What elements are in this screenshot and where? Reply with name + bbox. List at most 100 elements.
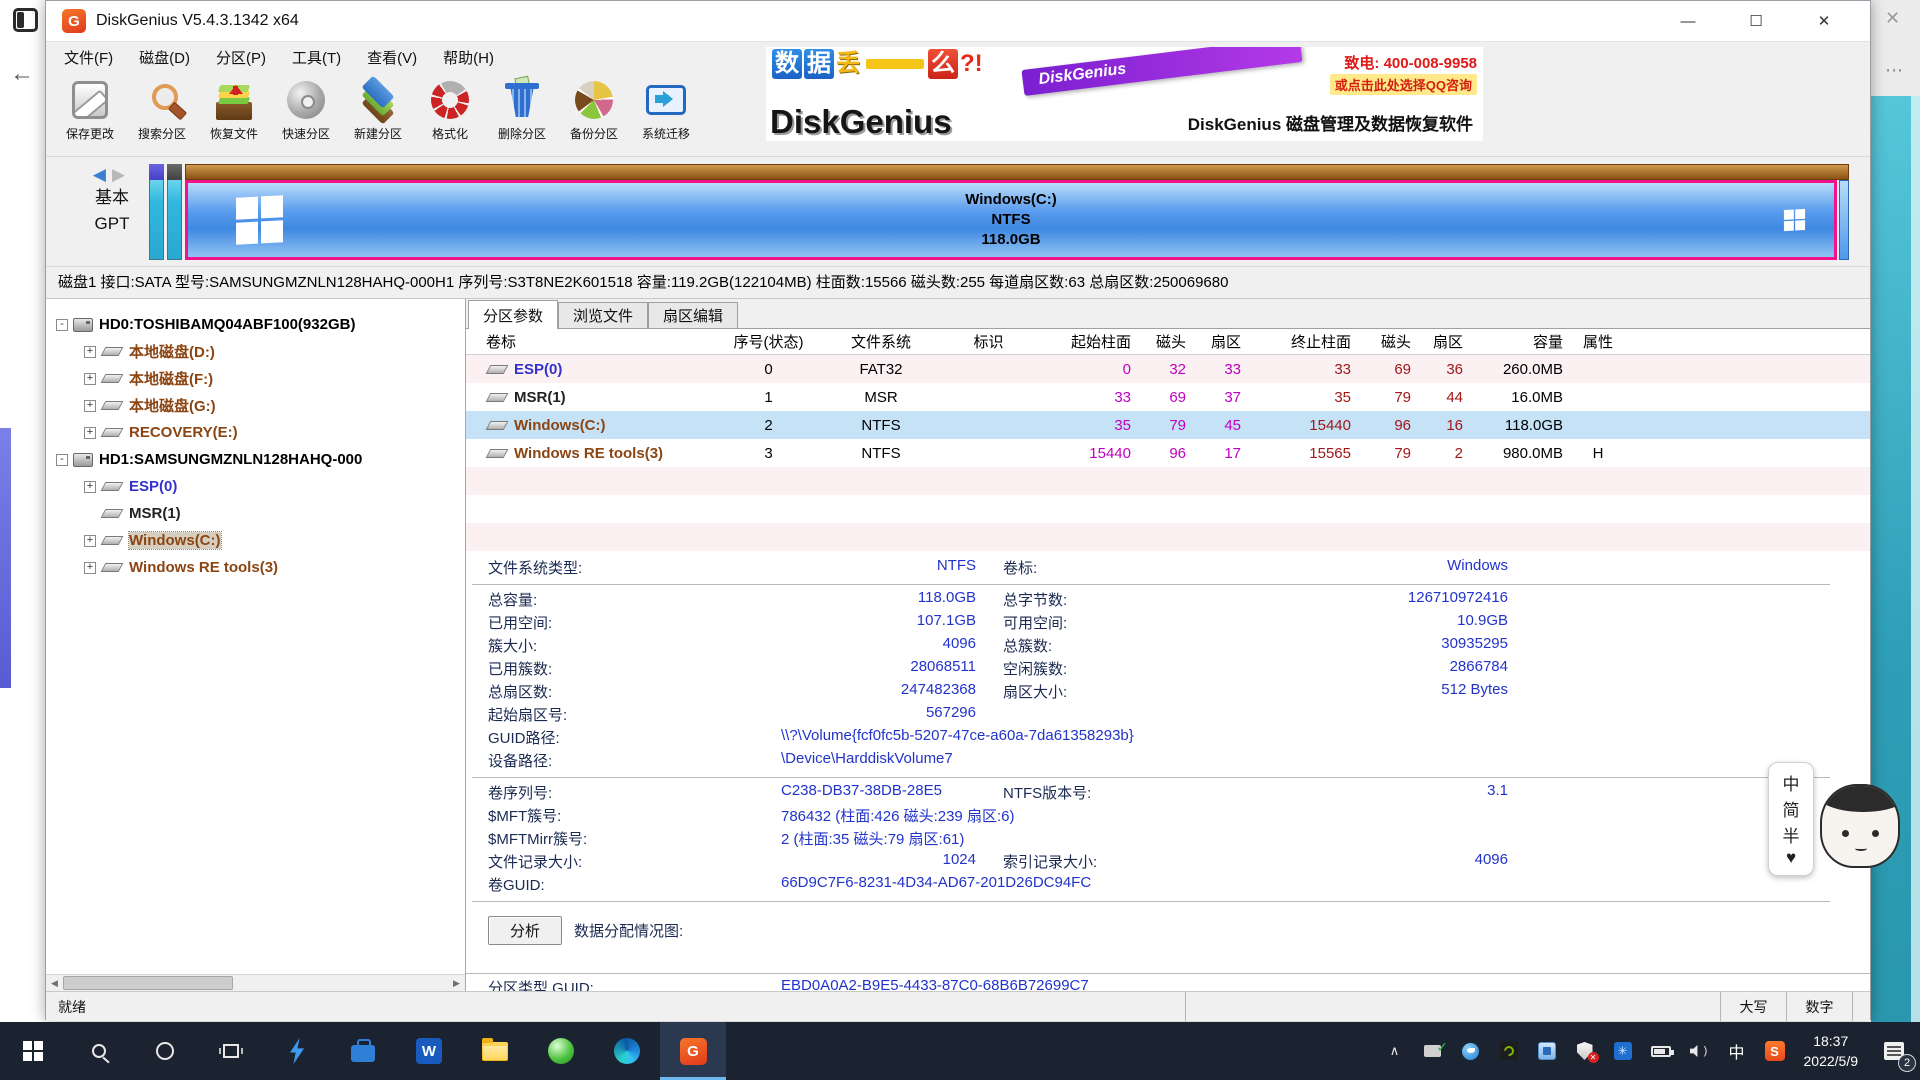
column-header[interactable]: 属性 xyxy=(1563,331,1633,352)
bird-app-icon[interactable] xyxy=(1452,1022,1490,1080)
sogou-icon[interactable]: S xyxy=(1756,1022,1794,1080)
app-briefcase-icon[interactable] xyxy=(330,1022,396,1080)
sidebar-toggle-icon[interactable] xyxy=(13,8,38,32)
snowflake-app-icon[interactable]: ✳ xyxy=(1604,1022,1642,1080)
table-row[interactable]: MSR(1)1MSR33693735794416.0MB xyxy=(466,383,1870,411)
taskbar-search-icon[interactable] xyxy=(66,1022,132,1080)
analyze-button[interactable]: 分析 xyxy=(488,916,562,945)
ad-qq-link[interactable]: 或点击此处选择QQ咨询 xyxy=(1330,74,1477,95)
toolbar-button[interactable]: 删除分区 xyxy=(486,73,558,153)
tree-item[interactable]: +本地磁盘(D:) xyxy=(46,338,465,365)
toolbar-button[interactable]: 保存更改 xyxy=(54,73,126,153)
toolbar-button[interactable]: 新建分区 xyxy=(342,73,414,153)
scroll-left-arrow-icon[interactable]: ◀ xyxy=(46,975,63,991)
sogou-toolbar-item[interactable]: ♥ xyxy=(1786,848,1796,868)
intel-graphics-icon[interactable] xyxy=(1528,1022,1566,1080)
tree-expander-icon[interactable]: + xyxy=(84,400,96,412)
column-header[interactable]: 终止柱面 xyxy=(1241,331,1351,352)
battery-icon[interactable] xyxy=(1642,1022,1680,1080)
next-disk-arrow-icon[interactable]: ▶ xyxy=(112,165,131,184)
tree-item[interactable]: +Windows(C:) xyxy=(46,527,465,554)
tree-item[interactable]: +RECOVERY(E:) xyxy=(46,419,465,446)
ime-indicator[interactable]: 中 xyxy=(1718,1022,1756,1080)
diskgenius-taskbar-icon[interactable]: G xyxy=(660,1022,726,1080)
task-view-icon[interactable] xyxy=(198,1022,264,1080)
chevron-up-icon[interactable]: ∧ xyxy=(1376,1022,1414,1080)
toolbar-button[interactable]: 系统迁移 xyxy=(630,73,702,153)
tree-expander-icon[interactable]: - xyxy=(56,319,68,331)
sogou-ime-toolbar[interactable]: 中简半♥ xyxy=(1768,762,1814,876)
column-header[interactable]: 标识 xyxy=(946,331,1031,352)
toolbar-button[interactable]: 搜索分区 xyxy=(126,73,198,153)
partition-block-windows-c[interactable]: Windows(C:) NTFS 118.0GB xyxy=(185,180,1837,260)
tree-expander-icon[interactable]: + xyxy=(84,535,96,547)
tree-horizontal-scrollbar[interactable]: ◀ ▶ xyxy=(46,974,465,991)
partition-block-re-tools[interactable] xyxy=(1839,180,1849,260)
column-header[interactable]: 卷标 xyxy=(466,331,721,352)
menu-item[interactable]: 查看(V) xyxy=(367,47,417,68)
column-header[interactable]: 起始柱面 xyxy=(1031,331,1131,352)
table-row[interactable]: ESP(0)0FAT3203233336936260.0MB xyxy=(466,355,1870,383)
tree-item[interactable]: +本地磁盘(F:) xyxy=(46,365,465,392)
maximize-button[interactable]: ☐ xyxy=(1722,1,1790,41)
menu-item[interactable]: 磁盘(D) xyxy=(139,47,190,68)
nvidia-icon[interactable] xyxy=(1490,1022,1528,1080)
start-button[interactable] xyxy=(0,1022,66,1080)
minimize-button[interactable]: — xyxy=(1654,1,1722,41)
cortana-icon[interactable] xyxy=(132,1022,198,1080)
background-menu-dots-icon[interactable]: ⋯ xyxy=(1885,60,1903,81)
tree-expander-icon[interactable]: - xyxy=(56,454,68,466)
green-browser-icon[interactable] xyxy=(528,1022,594,1080)
tree-expander-icon[interactable]: + xyxy=(84,562,96,574)
defender-icon[interactable]: ✕ xyxy=(1566,1022,1604,1080)
tree-expander-icon[interactable]: + xyxy=(84,427,96,439)
column-header[interactable]: 容量 xyxy=(1463,331,1563,352)
partition-block-esp[interactable] xyxy=(149,164,164,260)
tree-item[interactable]: +Windows RE tools(3) xyxy=(46,554,465,581)
toolbar-button[interactable]: 备份分区 xyxy=(558,73,630,153)
menu-item[interactable]: 工具(T) xyxy=(292,47,341,68)
column-header[interactable]: 序号(状态) xyxy=(721,331,816,352)
printer-icon[interactable]: ✓ xyxy=(1414,1022,1452,1080)
sogou-toolbar-item[interactable]: 中 xyxy=(1783,770,1800,795)
column-header[interactable]: 磁头 xyxy=(1351,331,1411,352)
volume-icon[interactable]: ) xyxy=(1680,1022,1718,1080)
tab-browse-files[interactable]: 浏览文件 xyxy=(558,302,648,328)
toolbar-button[interactable]: 快速分区 xyxy=(270,73,342,153)
background-close-icon[interactable]: ✕ xyxy=(1885,8,1900,29)
column-header[interactable]: 磁头 xyxy=(1131,331,1186,352)
toolbar-button[interactable]: 恢复文件 xyxy=(198,73,270,153)
tree-expander-icon[interactable]: + xyxy=(84,373,96,385)
ad-banner[interactable]: 数据丢么?! DiskGenius 致电: 400-008-9958 或点击此处… xyxy=(766,47,1483,141)
tree-expander-icon[interactable]: + xyxy=(84,481,96,493)
file-explorer-icon[interactable] xyxy=(462,1022,528,1080)
sogou-toolbar-item[interactable]: 半 xyxy=(1783,822,1800,847)
menu-item[interactable]: 文件(F) xyxy=(64,47,113,68)
tab-partition-params[interactable]: 分区参数 xyxy=(468,300,558,329)
column-header[interactable]: 文件系统 xyxy=(816,331,946,352)
column-header[interactable]: 扇区 xyxy=(1186,331,1241,352)
close-button[interactable]: ✕ xyxy=(1790,1,1858,41)
word-icon[interactable]: W xyxy=(396,1022,462,1080)
column-header[interactable]: 扇区 xyxy=(1411,331,1463,352)
tree-item[interactable]: +ESP(0) xyxy=(46,473,465,500)
sogou-toolbar-item[interactable]: 简 xyxy=(1783,796,1800,821)
tree-item[interactable]: MSR(1) xyxy=(46,500,465,527)
table-row[interactable]: Windows(C:)2NTFS357945154409616118.0GB xyxy=(466,411,1870,439)
toolbar-button[interactable]: 格式化 xyxy=(414,73,486,153)
tree-item[interactable]: +本地磁盘(G:) xyxy=(46,392,465,419)
app-lightning-icon[interactable] xyxy=(264,1022,330,1080)
menu-item[interactable]: 帮助(H) xyxy=(443,47,494,68)
taskbar-clock[interactable]: 18:37 2022/5/9 xyxy=(1794,1031,1869,1072)
edge-icon[interactable] xyxy=(594,1022,660,1080)
tree-expander-icon[interactable]: + xyxy=(84,346,96,358)
tab-sector-edit[interactable]: 扇区编辑 xyxy=(648,302,738,328)
scrollbar-thumb[interactable] xyxy=(63,976,233,990)
partition-block-msr[interactable] xyxy=(167,164,182,260)
tree-item[interactable]: -HD1:SAMSUNGMZNLN128HAHQ-000 xyxy=(46,446,465,473)
action-center-icon[interactable]: 2 xyxy=(1868,1022,1920,1080)
table-row[interactable]: Windows RE tools(3)3NTFS1544096171556579… xyxy=(466,439,1870,467)
prev-disk-arrow-icon[interactable]: ◀ xyxy=(93,165,112,184)
tree-item[interactable]: -HD0:TOSHIBAMQ04ABF100(932GB) xyxy=(46,311,465,338)
scroll-right-arrow-icon[interactable]: ▶ xyxy=(448,975,465,991)
